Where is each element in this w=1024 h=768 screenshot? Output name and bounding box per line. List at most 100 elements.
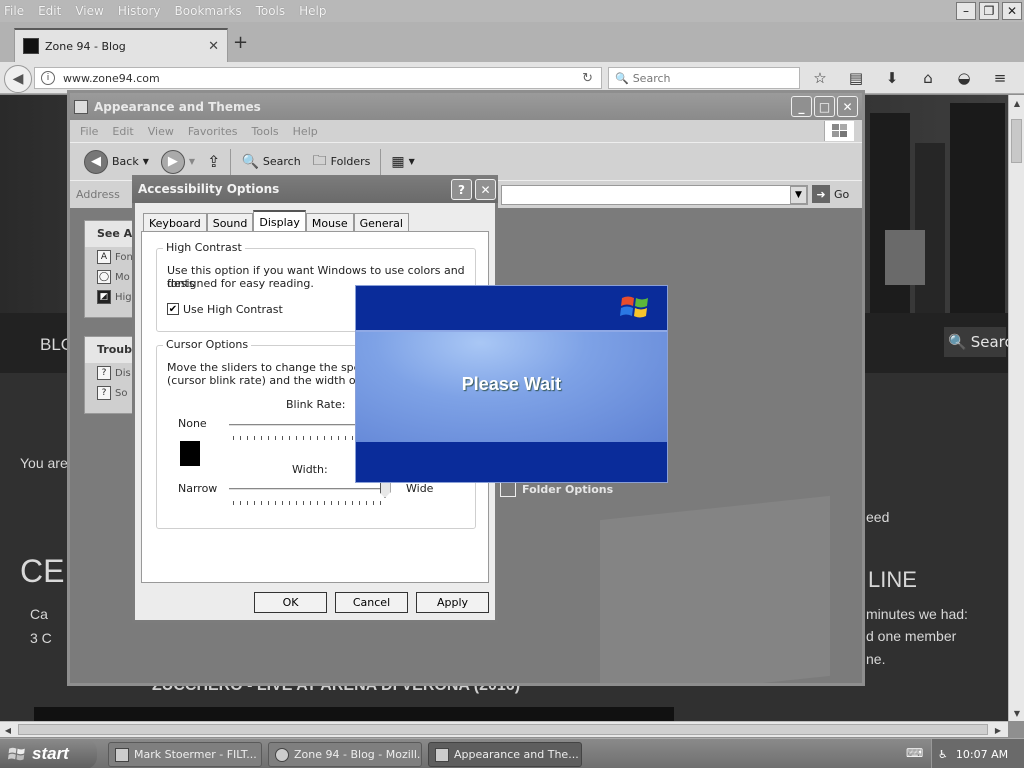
taskbar-item-winamp[interactable]: Mark Stoermer - FILT... — [108, 742, 262, 767]
restore-button[interactable]: ❐ — [979, 2, 999, 20]
ok-button[interactable]: OK — [254, 592, 327, 613]
search-placeholder: Search — [632, 71, 671, 85]
dialog-titlebar[interactable]: Accessibility Options ? ✕ — [132, 175, 498, 203]
sidebar-text: eed — [866, 509, 890, 525]
scroll-thumb[interactable] — [1011, 119, 1022, 163]
scroll-left-arrow-icon[interactable]: ◀ — [0, 722, 16, 738]
menu-tools[interactable]: Tools — [256, 4, 286, 18]
post-comments[interactable]: 3 C — [30, 630, 52, 646]
use-high-contrast-checkbox[interactable]: ✔ — [167, 303, 179, 315]
close-button[interactable]: ✕ — [837, 96, 858, 117]
pocket-icon[interactable]: ◒ — [954, 68, 974, 88]
windows-flag-icon — [620, 296, 648, 318]
tab-keyboard[interactable]: Keyboard — [143, 213, 207, 232]
post-category[interactable]: Ca — [30, 606, 48, 622]
apply-button[interactable]: Apply — [416, 592, 489, 613]
taskbar-item-firefox[interactable]: Zone 94 - Blog - Mozill... — [268, 742, 422, 767]
menu-view[interactable]: View — [75, 4, 103, 18]
go-button[interactable]: ➜ Go — [812, 185, 849, 203]
menu-edit[interactable]: Edit — [112, 125, 133, 138]
menu-help[interactable]: Help — [299, 4, 326, 18]
up-folder-button[interactable]: ⇪ — [203, 147, 224, 177]
horizontal-scrollbar[interactable]: ◀ ▶ — [0, 721, 1008, 737]
views-button[interactable]: ▦ ▼ — [387, 147, 418, 177]
search-field[interactable]: 🔍 Search — [608, 67, 800, 89]
minimize-button[interactable]: – — [956, 2, 976, 20]
home-icon[interactable]: ⌂ — [918, 68, 938, 88]
address-field[interactable] — [501, 185, 808, 205]
tab-display[interactable]: Display — [253, 210, 306, 232]
cancel-button[interactable]: Cancel — [335, 592, 408, 613]
minimize-button[interactable]: _ — [791, 96, 812, 117]
keyboard-icon[interactable]: ⌨ — [906, 746, 923, 760]
scroll-down-arrow-icon[interactable]: ▼ — [1009, 705, 1024, 721]
menu-edit[interactable]: Edit — [38, 4, 61, 18]
video-embed[interactable] — [34, 707, 674, 721]
address-label: Address — [76, 188, 120, 201]
explorer-window-controls: _ □ ✕ — [791, 96, 858, 117]
accessibility-icon[interactable]: ♿ — [938, 748, 948, 761]
vertical-scrollbar[interactable]: ▲ ▼ — [1008, 95, 1024, 721]
address-dropdown-icon[interactable]: ▼ — [790, 186, 807, 204]
back-arrow-icon: ◀ — [84, 149, 108, 174]
menu-tools[interactable]: Tools — [252, 125, 279, 138]
back-button[interactable]: ◀ Back ▼ — [80, 147, 153, 177]
folder-options-icon — [500, 481, 516, 497]
app-icon — [115, 747, 129, 762]
explorer-titlebar[interactable]: Appearance and Themes _ □ ✕ — [70, 93, 862, 120]
forward-arrow-icon: ▶ — [160, 149, 185, 174]
scroll-thumb-horizontal[interactable] — [18, 724, 988, 735]
please-wait-message: Please Wait — [461, 374, 562, 394]
clock[interactable]: 10:07 AM — [956, 748, 1008, 761]
use-high-contrast-label[interactable]: Use High Contrast — [183, 303, 283, 316]
tab-general[interactable]: General — [353, 213, 409, 232]
views-icon: ▦ — [391, 153, 405, 170]
explorer-menubar: File Edit View Favorites Tools Help — [70, 120, 862, 142]
reload-icon[interactable]: ↻ — [582, 71, 593, 86]
menu-bookmarks[interactable]: Bookmarks — [175, 4, 242, 18]
folder-options-link[interactable]: Folder Options — [500, 481, 613, 497]
tab-mouse[interactable]: Mouse — [305, 213, 354, 232]
maximize-button[interactable]: □ — [814, 96, 835, 117]
windows-logo-icon — [824, 121, 854, 141]
close-tab-icon[interactable]: ✕ — [208, 39, 219, 54]
menu-help[interactable]: Help — [293, 125, 318, 138]
menu-favorites[interactable]: Favorites — [188, 125, 238, 138]
splash-bottom-band — [356, 442, 667, 482]
back-arrow-icon[interactable]: ◀ — [4, 65, 32, 93]
scroll-right-arrow-icon[interactable]: ▶ — [990, 722, 1006, 738]
start-button[interactable]: start — [0, 739, 97, 768]
folders-button[interactable]: 🗀 Folders — [309, 147, 375, 177]
folder-icon — [74, 99, 88, 114]
close-button[interactable]: ✕ — [1002, 2, 1022, 20]
hamburger-menu-icon[interactable]: ≡ — [990, 68, 1010, 88]
folders-icon: 🗀 — [312, 152, 327, 169]
blink-none-label: None — [178, 417, 207, 430]
url-text[interactable]: www.zone94.com — [63, 72, 574, 85]
menu-file[interactable]: File — [80, 125, 98, 138]
site-search-button[interactable]: 🔍 Search — [944, 327, 1008, 357]
browser-tab[interactable]: Zone 94 - Blog ✕ — [14, 28, 228, 62]
tab-title: Zone 94 - Blog — [45, 39, 126, 53]
menu-history[interactable]: History — [118, 4, 161, 18]
breadcrumb-text: You are — [20, 455, 68, 471]
background-graphic — [600, 495, 830, 683]
new-tab-button[interactable]: + — [233, 32, 248, 53]
browser-tabbar: Zone 94 - Blog ✕ + — [0, 22, 1024, 62]
tab-sound[interactable]: Sound — [206, 213, 254, 232]
taskbar-item-appearance[interactable]: Appearance and The... — [428, 742, 582, 767]
menu-file[interactable]: File — [4, 4, 24, 18]
reading-list-icon[interactable]: ▤ — [846, 68, 866, 88]
high-contrast-description-2: designed for easy reading. — [167, 277, 314, 290]
forward-button[interactable]: ▶ ▼ — [157, 147, 199, 177]
info-icon[interactable]: i — [41, 71, 55, 85]
downloads-icon[interactable]: ⬇ — [882, 68, 902, 88]
width-slider[interactable] — [229, 488, 385, 491]
url-bar[interactable]: i www.zone94.com ↻ — [34, 67, 602, 89]
scroll-up-arrow-icon[interactable]: ▲ — [1009, 95, 1024, 111]
menu-view[interactable]: View — [148, 125, 174, 138]
search-button[interactable]: 🔍 Search — [237, 147, 304, 177]
bookmark-star-icon[interactable]: ☆ — [810, 68, 830, 88]
help-button[interactable]: ? — [451, 179, 472, 200]
close-button[interactable]: ✕ — [475, 179, 496, 200]
